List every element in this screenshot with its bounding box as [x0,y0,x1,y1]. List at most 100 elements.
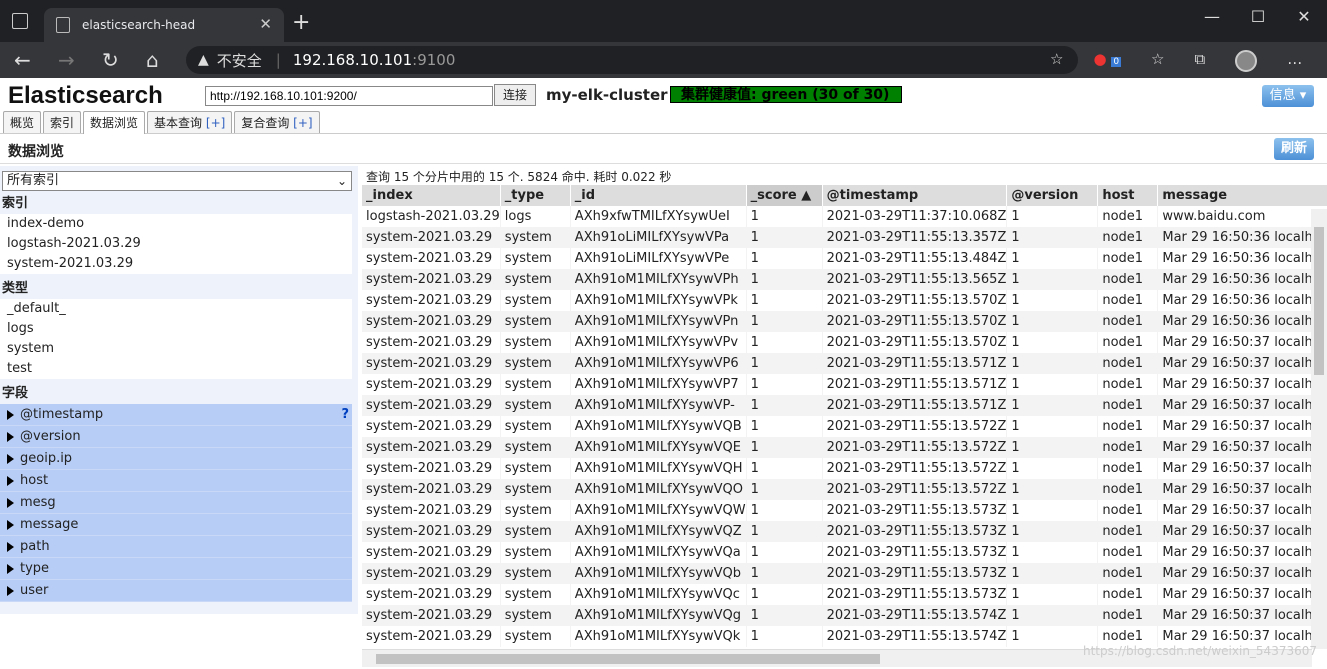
field-item[interactable]: @timestamp? [0,404,352,426]
table-row[interactable]: system-2021.03.29 system AXh91oM1MILfXYsyw… [362,605,1327,626]
table-cell: Mar 29 16:50:37 localhost [1157,563,1327,584]
add-favorite-icon[interactable]: ☆ [1050,50,1063,72]
close-window-icon[interactable]: ✕ [1281,0,1327,32]
table-row[interactable]: system-2021.03.29 system AXh91oM1MILfXYsyw… [362,395,1327,416]
table-row[interactable]: system-2021.03.29 system AXh91oM1MILfXYsyw… [362,521,1327,542]
main-tabs: 概览 索引 数据浏览 基本查询 [+] 复合查询 [+] [3,111,320,134]
table-row[interactable]: system-2021.03.29 system AXh91oM1MILfXYsyw… [362,479,1327,500]
section-bar: 数据浏览 刷新 [0,134,1327,164]
section-title: 数据浏览 [8,144,64,160]
table-row[interactable]: system-2021.03.29 system AXh91oM1MILfXYsyw… [362,416,1327,437]
table-cell: 1 [746,563,823,584]
column-header[interactable]: _type [500,185,571,206]
table-cell: system-2021.03.29 [362,437,501,458]
tab-indices[interactable]: 索引 [43,111,82,133]
table-row[interactable]: system-2021.03.29 system AXh91oLiMILfXYsyw… [362,248,1327,269]
tab-compound-query[interactable]: 复合查询 [+] [234,111,320,133]
table-cell: system [500,269,571,290]
column-header[interactable]: host [1097,185,1159,206]
page-icon [56,17,70,33]
table-row[interactable]: system-2021.03.29 system AXh91oM1MILfXYsyw… [362,563,1327,584]
tab-overview[interactable]: 概览 [3,111,42,133]
workspaces-icon[interactable] [12,13,28,29]
scroll-thumb[interactable] [1314,227,1324,375]
table-row[interactable]: system-2021.03.29 system AXh91oM1MILfXYsyw… [362,332,1327,353]
profile-avatar[interactable] [1235,50,1258,72]
index-select[interactable]: 所有索引 ⌄ [2,171,352,191]
field-item[interactable]: message [0,514,352,536]
column-header[interactable]: @timestamp [822,185,1008,206]
column-header[interactable]: @version [1006,185,1099,206]
maximize-icon[interactable]: ☐ [1235,0,1281,32]
field-item[interactable]: @version [0,426,352,448]
table-cell: Mar 29 16:50:37 localhost [1157,521,1327,542]
table-row[interactable]: system-2021.03.29 system AXh91oM1MILfXYsyw… [362,458,1327,479]
new-tab-icon[interactable]: + [292,10,310,35]
vertical-scrollbar[interactable] [1311,209,1327,649]
table-cell: 1 [1006,521,1099,542]
table-cell: system [500,458,571,479]
browser-tab[interactable]: elasticsearch-head ✕ [44,8,284,42]
minimize-icon[interactable]: — [1189,0,1235,32]
column-header[interactable]: _id [570,185,747,206]
warning-icon[interactable]: ▲ [198,52,209,68]
table-cell: node1 [1097,332,1159,353]
table-row[interactable]: system-2021.03.29 system AXh91oM1MILfXYsyw… [362,374,1327,395]
table-cell: 2021-03-29T11:55:13.573Z [822,584,1008,605]
browser-toolbar: ← → ↻ ⌂ ▲ 不安全 | 192.168.10.101 :9100 ☆ ●… [0,42,1327,78]
type-item[interactable]: _default_ [0,299,352,319]
field-item[interactable]: mesg [0,492,352,514]
table-row[interactable]: system-2021.03.29 system AXh91oLiMILfXYsyw… [362,227,1327,248]
forward-icon[interactable]: → [58,48,75,72]
tab-basic-query[interactable]: 基本查询 [+] [147,111,233,133]
field-item[interactable]: user [0,580,352,602]
column-header[interactable]: message [1157,185,1327,206]
info-button[interactable]: 信息 ▾ [1262,85,1314,107]
filter-sidebar: 所有索引 ⌄ 索引 index-demo logstash-2021.03.29 … [0,166,358,614]
type-item[interactable]: system [0,339,352,359]
connect-button[interactable]: 连接 [494,84,536,106]
more-menu-icon[interactable]: … [1287,50,1302,72]
collections-icon[interactable]: ⧉ [1195,50,1206,72]
table-row[interactable]: system-2021.03.29 system AXh91oM1MILfXYsyw… [362,500,1327,521]
type-item[interactable]: logs [0,319,352,339]
address-bar[interactable]: ▲ 不安全 | 192.168.10.101 :9100 [186,46,1078,74]
field-item[interactable]: type [0,558,352,580]
table-cell: 1 [1006,227,1099,248]
table-row[interactable]: system-2021.03.29 system AXh91oM1MILfXYsyw… [362,290,1327,311]
table-row[interactable]: logstash-2021.03.29 logs AXh9xfwTMILfXYsyw… [362,206,1327,227]
table-cell: system [500,605,571,626]
table-cell: system [500,479,571,500]
field-item[interactable]: path [0,536,352,558]
type-heading: 类型 [2,281,29,296]
favorites-icon[interactable]: ☆ [1151,50,1164,72]
watermark: https://blog.csdn.net/weixin_54373607 [1082,644,1317,658]
field-item[interactable]: geoip.ip [0,448,352,470]
tab-browser[interactable]: 数据浏览 [83,111,146,134]
index-item[interactable]: system-2021.03.29 [0,254,352,274]
column-header[interactable]: _index [362,185,501,206]
reload-icon[interactable]: ↻ [102,48,119,72]
close-tab-icon[interactable]: ✕ [259,15,272,33]
table-row[interactable]: system-2021.03.29 system AXh91oM1MILfXYsyw… [362,437,1327,458]
table-row[interactable]: system-2021.03.29 system AXh91oM1MILfXYsyw… [362,311,1327,332]
table-row[interactable]: system-2021.03.29 system AXh91oM1MILfXYsyw… [362,269,1327,290]
table-cell: AXh91oM1MILfXYsywVQZ [570,521,747,542]
table-cell: 2021-03-29T11:55:13.573Z [822,542,1008,563]
table-row[interactable]: system-2021.03.29 system AXh91oM1MILfXYsyw… [362,353,1327,374]
index-item[interactable]: logstash-2021.03.29 [0,234,352,254]
table-cell: AXh91oM1MILfXYsywVQE [570,437,747,458]
scroll-thumb[interactable] [376,654,880,664]
table-row[interactable]: system-2021.03.29 system AXh91oM1MILfXYsyw… [362,542,1327,563]
help-icon[interactable]: ? [341,404,349,426]
connect-url-input[interactable] [205,86,493,106]
refresh-button[interactable]: 刷新 [1274,138,1314,160]
type-item[interactable]: test [0,359,352,379]
table-row[interactable]: system-2021.03.29 system AXh91oM1MILfXYsyw… [362,584,1327,605]
extension-icon[interactable]: ● 0 [1093,50,1122,72]
field-item[interactable]: host [0,470,352,492]
column-header[interactable]: _score ▲ [746,185,823,206]
index-item[interactable]: index-demo [0,214,352,234]
home-icon[interactable]: ⌂ [146,48,159,72]
back-icon[interactable]: ← [14,48,31,72]
